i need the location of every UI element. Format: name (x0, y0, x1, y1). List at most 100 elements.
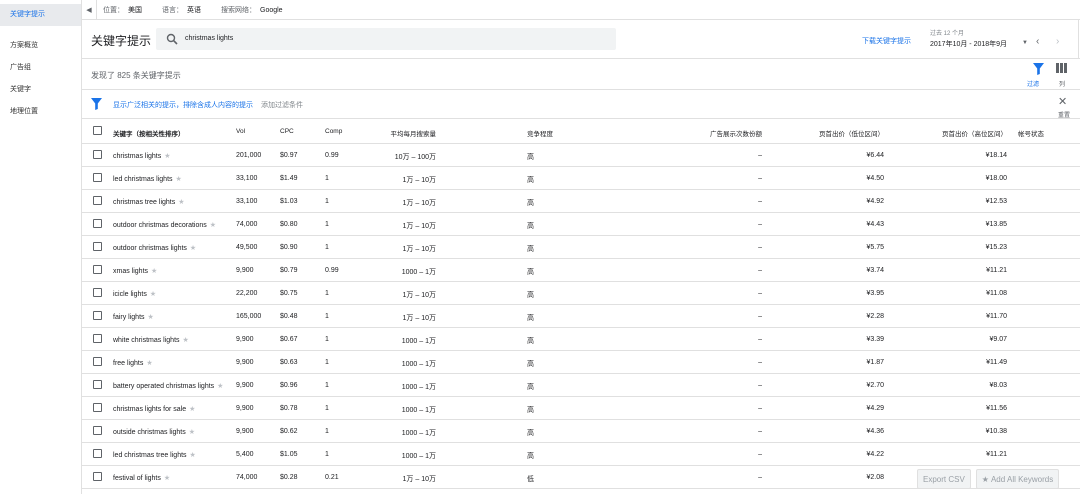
cell-comp: 0.99 (325, 152, 339, 159)
search-input[interactable]: christmas lights (156, 28, 616, 50)
star-icon[interactable]: ★ (164, 153, 170, 160)
sidebar-item-locations[interactable]: 地理位置 (0, 101, 81, 123)
export-csv-button[interactable]: Export CSV (917, 469, 971, 489)
row-checkbox[interactable] (93, 334, 102, 343)
star-icon[interactable]: ★ (183, 337, 189, 344)
close-icon[interactable]: ✕ (1058, 95, 1067, 108)
table-row[interactable]: led christmas lights ★ 33,100 $1.49 1 1万 – 10… (82, 167, 1080, 190)
column-header-comp[interactable]: Comp (325, 128, 342, 135)
star-icon[interactable]: ★ (164, 475, 170, 482)
chevron-right-icon[interactable]: › (1056, 36, 1059, 47)
row-checkbox[interactable] (93, 311, 102, 320)
column-header-cpc[interactable]: CPC (280, 128, 294, 135)
add-all-keywords-button[interactable]: ★ Add All Keywords (975, 469, 1060, 489)
star-icon[interactable]: ★ (148, 314, 154, 321)
star-icon[interactable]: ★ (146, 360, 152, 367)
filter-button[interactable] (1030, 63, 1046, 77)
download-keyword-ideas-link[interactable]: 下载关键字提示 (862, 36, 911, 46)
sidebar-separator (0, 26, 81, 35)
sidebar-item-keywords[interactable]: 关键字 (0, 79, 81, 101)
table-row[interactable]: battery operated christmas lights ★ 9,900 $… (82, 374, 1080, 397)
sidebar-item-ad-groups[interactable]: 广告组 (0, 57, 81, 79)
star-icon[interactable]: ★ (217, 383, 223, 390)
row-checkbox[interactable] (93, 219, 102, 228)
table-row[interactable]: outdoor christmas lights ★ 49,500 $0.90 1 1万 … (82, 236, 1080, 259)
language-setting[interactable]: 语言： 英语 (162, 5, 201, 15)
table-row[interactable]: xmas lights ★ 9,900 $0.79 0.99 1000 – 1万 高 – ¥3.… (82, 259, 1080, 282)
column-header-bid-low[interactable]: 页首出价（低位区间） (819, 128, 884, 138)
location-setting[interactable]: 位置： 美国 (103, 5, 142, 15)
row-checkbox[interactable] (93, 380, 102, 389)
row-checkbox[interactable] (93, 449, 102, 458)
column-header-competition[interactable]: 竞争程度 (527, 128, 553, 138)
star-icon[interactable]: ★ (190, 245, 196, 252)
filter-label[interactable]: 过滤 (1027, 79, 1039, 88)
row-checkbox[interactable] (93, 196, 102, 205)
divider (96, 0, 97, 20)
cell-cpc: $1.03 (280, 198, 298, 205)
table-row[interactable]: christmas tree lights ★ 33,100 $1.03 1 1万 – 1… (82, 190, 1080, 213)
table-row[interactable]: christmas lights ★ 201,000 $0.97 0.99 10万 – 1… (82, 144, 1080, 167)
columns-label[interactable]: 列 (1059, 79, 1065, 88)
dropdown-caret-icon[interactable]: ▼ (1022, 40, 1028, 46)
cell-competition: 高 (527, 315, 534, 322)
location-value: 美国 (128, 6, 142, 14)
row-checkbox[interactable] (93, 173, 102, 182)
cell-avg-searches: 1万 – 10万 (402, 246, 436, 253)
row-checkbox[interactable] (93, 403, 102, 412)
filter-icon (91, 98, 102, 110)
table-row[interactable]: white christmas lights ★ 9,900 $0.67 1 1000 –… (82, 328, 1080, 351)
table-row[interactable]: icicle lights ★ 22,200 $0.75 1 1万 – 10万 高 – ¥3.9… (82, 282, 1080, 305)
table-row[interactable]: fairy lights ★ 165,000 $0.48 1 1万 – 10万 高 – ¥2.2… (82, 305, 1080, 328)
network-setting[interactable]: 搜索网络： Google (221, 5, 283, 15)
table-row[interactable]: outdoor christmas decorations ★ 74,000 $0.8… (82, 213, 1080, 236)
cell-keyword: fairy lights ★ (113, 313, 154, 321)
cell-competition: 高 (527, 269, 534, 276)
sidebar-item-keyword-ideas[interactable]: 关键字提示 (0, 4, 81, 26)
collapse-arrow-icon[interactable]: ◀ (82, 6, 96, 14)
row-checkbox[interactable] (93, 472, 102, 481)
star-icon[interactable]: ★ (189, 429, 195, 436)
row-checkbox[interactable] (93, 242, 102, 251)
cell-bid-high: ¥11.49 (986, 359, 1007, 366)
cell-bid-high: ¥18.14 (985, 152, 1007, 159)
table-row[interactable]: led christmas tree lights ★ 5,400 $1.05 1 100… (82, 443, 1080, 466)
date-range-select[interactable]: 2017年10月 - 2018年9月 (930, 39, 1007, 49)
select-all-checkbox[interactable] (93, 126, 102, 135)
star-icon[interactable]: ★ (178, 199, 184, 206)
star-icon[interactable]: ★ (189, 406, 195, 413)
star-icon[interactable]: ★ (190, 452, 196, 459)
column-header-keyword[interactable]: 关键字（按相关性排序） (113, 128, 185, 138)
reset-label[interactable]: 重置 (1058, 110, 1070, 119)
row-checkbox[interactable] (93, 150, 102, 159)
cell-avg-searches: 1000 – 1万 (401, 407, 436, 414)
add-filter-link[interactable]: 添加过滤条件 (261, 100, 303, 110)
row-checkbox[interactable] (93, 288, 102, 297)
row-checkbox[interactable] (93, 265, 102, 274)
column-header-avg-searches[interactable]: 平均每月搜索量 (391, 128, 437, 138)
star-icon[interactable]: ★ (210, 222, 216, 229)
sidebar-item-plan-overview[interactable]: 方案概览 (0, 35, 81, 57)
column-header-account-status[interactable]: 帐号状态 (1018, 128, 1044, 138)
table-row[interactable]: outside christmas lights ★ 9,900 $0.62 1 1000… (82, 420, 1080, 443)
table-row[interactable]: free lights ★ 9,900 $0.63 1 1000 – 1万 高 – ¥1.87 ¥… (82, 351, 1080, 374)
cell-cpc: $1.05 (280, 451, 298, 458)
columns-icon (1056, 63, 1067, 73)
star-icon[interactable]: ★ (151, 268, 157, 275)
active-filter-chip[interactable]: 显示广泛相关的提示，排除含成人内容的提示 (113, 100, 253, 110)
cell-keyword: led christmas tree lights ★ (113, 451, 196, 459)
keyword-text: battery operated christmas lights (113, 383, 215, 390)
row-checkbox[interactable] (93, 426, 102, 435)
chevron-left-icon[interactable]: ‹ (1036, 36, 1039, 47)
star-icon[interactable]: ★ (176, 176, 182, 183)
table-row[interactable]: christmas lights for sale ★ 9,900 $0.78 1 100… (82, 397, 1080, 420)
columns-button[interactable] (1056, 63, 1070, 75)
column-header-vol[interactable]: Vol (236, 128, 245, 135)
keyword-text: icicle lights (113, 291, 147, 298)
row-checkbox[interactable] (93, 357, 102, 366)
cell-vol: 49,500 (236, 244, 258, 251)
keyword-text: white christmas lights (113, 337, 180, 344)
column-header-impression-share[interactable]: 广告展示次数份额 (710, 128, 762, 138)
column-header-bid-high[interactable]: 页首出价（高位区间） (942, 128, 1007, 138)
star-icon[interactable]: ★ (150, 291, 156, 298)
